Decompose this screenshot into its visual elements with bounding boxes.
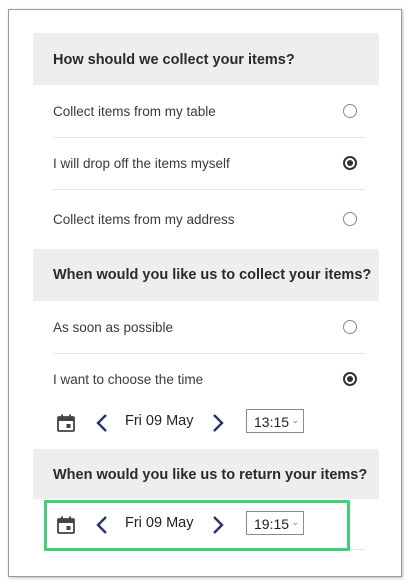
option-label: I will drop off the items myself xyxy=(53,156,230,171)
option-drop-off-myself[interactable]: I will drop off the items myself xyxy=(53,137,365,190)
option-label: Collect items from my address xyxy=(53,212,235,227)
chevron-left-icon[interactable] xyxy=(95,413,109,433)
collect-time-value: 13:15 xyxy=(254,414,290,430)
collect-time-header: When would you like us to collect your i… xyxy=(33,249,379,301)
option-collect-from-table[interactable]: Collect items from my table xyxy=(53,85,365,138)
return-time-header: When would you like us to return your it… xyxy=(33,449,379,499)
collect-time-title: When would you like us to collect your i… xyxy=(53,267,372,283)
chevron-down-icon: ⌄ xyxy=(291,415,299,425)
option-label: I want to choose the time xyxy=(53,372,204,387)
option-as-soon-as-possible[interactable]: As soon as possible xyxy=(53,301,365,354)
collect-time-select[interactable]: 13:15 ⌄ xyxy=(246,409,304,433)
calendar-icon[interactable] xyxy=(57,414,75,432)
radio-button[interactable] xyxy=(343,104,357,118)
radio-button[interactable] xyxy=(343,320,357,334)
option-choose-time[interactable]: I want to choose the time xyxy=(53,353,365,403)
radio-button-selected[interactable] xyxy=(343,156,357,170)
option-label: As soon as possible xyxy=(53,320,174,335)
collect-method-title: How should we collect your items? xyxy=(53,52,295,68)
collect-datetime-picker: Fri 09 May 13:15 ⌄ xyxy=(53,403,365,443)
chevron-right-icon[interactable] xyxy=(211,413,225,433)
collect-date: Fri 09 May xyxy=(125,413,194,429)
option-label: Collect items from my table xyxy=(53,104,216,119)
collect-method-header: How should we collect your items? xyxy=(33,33,379,85)
return-time-title: When would you like us to return your it… xyxy=(53,467,368,483)
option-collect-from-address[interactable]: Collect items from my address xyxy=(53,189,365,248)
radio-button-selected[interactable] xyxy=(343,372,357,386)
return-picker-highlight xyxy=(44,500,350,551)
radio-button[interactable] xyxy=(343,212,357,226)
